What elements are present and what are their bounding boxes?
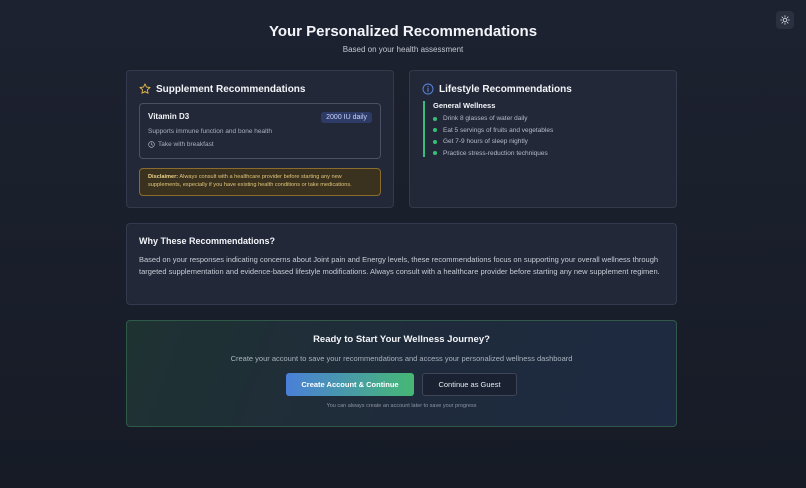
lifestyle-item-text: Practice stress-reduction techniques — [443, 149, 548, 157]
cta-title: Ready to Start Your Wellness Journey? — [313, 334, 490, 345]
disclaimer-text: Always consult with a healthcare provide… — [148, 174, 352, 188]
cta-subtitle: Create your account to save your recomme… — [230, 354, 573, 363]
cta-note: You can always create an account later t… — [326, 403, 477, 409]
create-account-button[interactable]: Create Account & Continue — [286, 373, 414, 396]
disclaimer-label: Disclaimer: — [148, 174, 179, 180]
bullet-dot-icon — [433, 116, 437, 121]
why-recommendations-card: Why These Recommendations? Based on your… — [126, 223, 677, 305]
bullet-dot-icon — [433, 151, 437, 155]
lifestyle-item-text: Drink 8 glasses of water daily — [443, 115, 528, 122]
lifestyle-recommendations-card: Lifestyle Recommendations General Wellne… — [409, 70, 677, 208]
continue-as-guest-button[interactable]: Continue as Guest — [422, 373, 517, 396]
lifestyle-card-title: Lifestyle Recommendations — [439, 83, 572, 95]
list-item: Practice stress-reduction techniques — [433, 150, 664, 157]
info-icon — [422, 83, 434, 95]
lifestyle-category-title: General Wellness — [433, 101, 496, 110]
supplement-timing: Take with breakfast — [148, 141, 372, 148]
lifestyle-list: Drink 8 glasses of water daily Eat 5 ser… — [433, 115, 664, 157]
bullet-dot-icon — [433, 139, 437, 144]
clock-icon — [148, 141, 155, 148]
lifestyle-item-text: Get 7-9 hours of sleep nightly — [443, 138, 528, 145]
page-subtitle: Based on your health assessment — [342, 45, 464, 54]
supplement-description: Supports immune function and bone health — [148, 128, 272, 135]
lifestyle-card-header: Lifestyle Recommendations — [422, 83, 664, 95]
supplement-card-title: Supplement Recommendations — [156, 83, 306, 95]
list-item: Eat 5 servings of fruits and vegetables — [433, 127, 664, 134]
wellness-journey-cta-card: Ready to Start Your Wellness Journey? Cr… — [126, 320, 677, 427]
supplement-item: Vitamin D3 2000 IU daily Supports immune… — [139, 103, 381, 159]
lifestyle-item-text: Eat 5 servings of fruits and vegetables — [443, 126, 554, 134]
supplement-recommendations-card: Supplement Recommendations Vitamin D3 20… — [126, 70, 394, 208]
page-title: Your Personalized Recommendations — [268, 23, 538, 40]
list-item: Get 7-9 hours of sleep nightly — [433, 138, 664, 145]
dose-badge: 2000 IU daily — [321, 112, 372, 123]
star-icon — [139, 83, 151, 94]
why-title: Why These Recommendations? — [139, 236, 276, 246]
supplement-card-header: Supplement Recommendations — [139, 83, 381, 95]
disclaimer-box: Disclaimer: Always consult with a health… — [139, 168, 381, 196]
why-text: Based on your responses indicating conce… — [139, 255, 660, 277]
lifestyle-category-block: General Wellness Drink 8 glasses of wate… — [423, 101, 664, 157]
bullet-dot-icon — [433, 128, 437, 132]
cta-button-row: Create Account & Continue Continue as Gu… — [127, 373, 676, 396]
supplement-timing-text: Take with breakfast — [158, 141, 214, 148]
list-item: Drink 8 glasses of water daily — [433, 115, 664, 122]
